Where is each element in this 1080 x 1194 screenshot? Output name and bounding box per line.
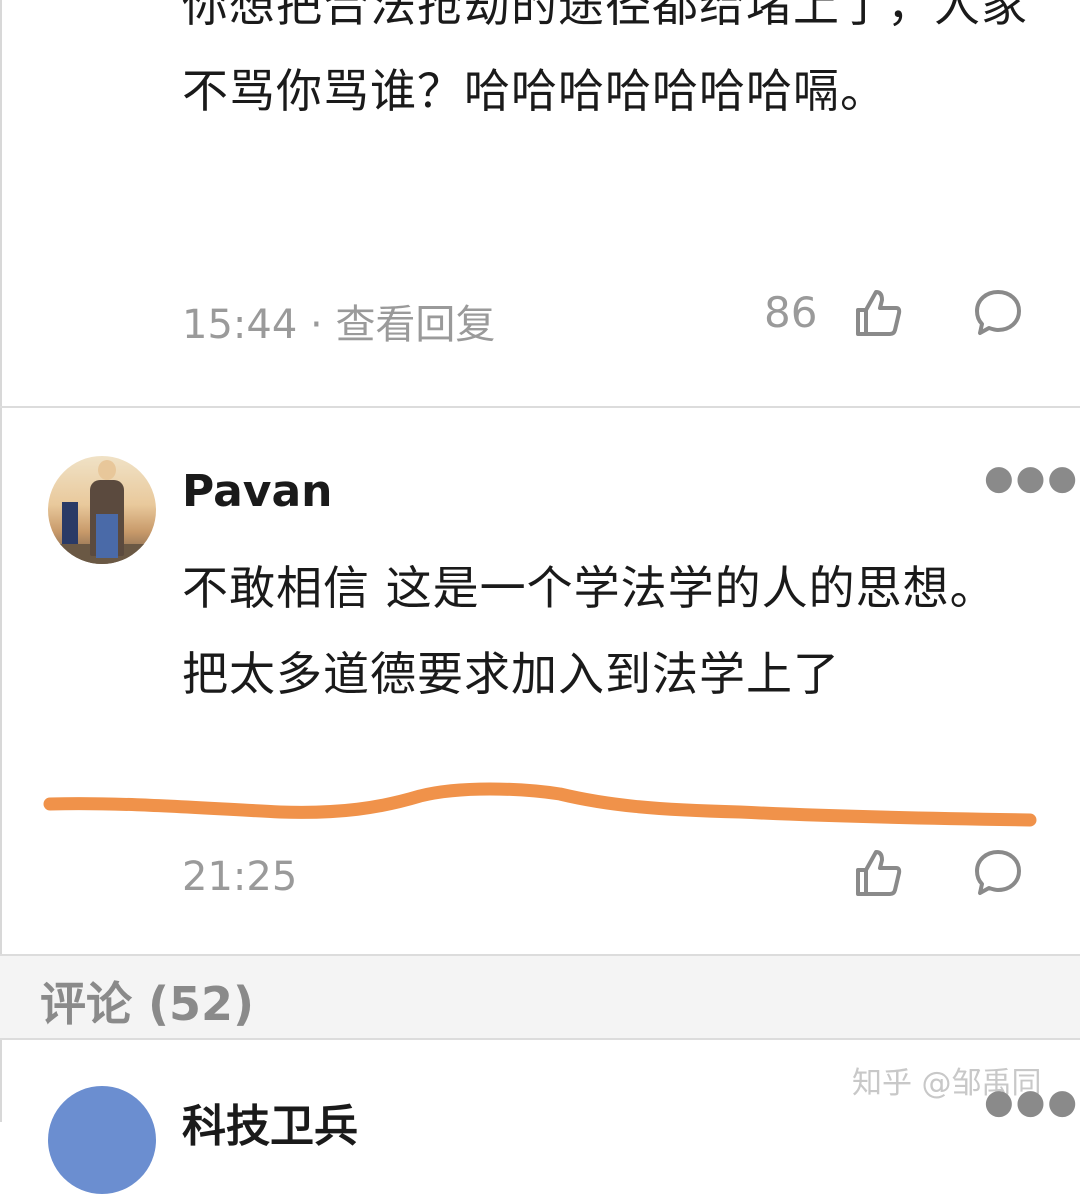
divider bbox=[0, 1038, 1080, 1040]
avatar[interactable] bbox=[48, 456, 156, 564]
speech-bubble-icon[interactable] bbox=[972, 288, 1024, 338]
avatar[interactable] bbox=[48, 1086, 156, 1194]
more-dots-icon[interactable]: ●●● bbox=[984, 458, 1079, 498]
comment-text: 不敢相信 这是一个学法学的人的思想。把太多道德要求加入到法学上了 bbox=[182, 561, 997, 701]
divider bbox=[0, 406, 1080, 408]
more-dots-icon[interactable]: ●●● bbox=[984, 1082, 1079, 1122]
view-replies-link[interactable]: 查看回复 bbox=[335, 302, 495, 348]
comments-count-heading: 评论 (52) bbox=[40, 977, 255, 1031]
speech-bubble-icon[interactable] bbox=[972, 848, 1024, 898]
comment-meta: 15:44 · 查看回复 bbox=[182, 302, 496, 348]
username[interactable]: 科技卫兵 bbox=[182, 1090, 358, 1154]
comment-time: 15:44 bbox=[182, 302, 298, 348]
comment-text: 你想把合法抢劫的途径都给堵上了，人家不骂你骂谁？哈哈哈哈哈哈哈嗝。 bbox=[182, 0, 1028, 118]
thumbs-up-icon[interactable] bbox=[852, 848, 904, 898]
comment-time: 21:25 bbox=[182, 854, 298, 900]
like-count: 86 bbox=[764, 288, 818, 337]
username[interactable]: Pavan bbox=[182, 466, 332, 517]
thumbs-up-icon[interactable] bbox=[852, 288, 904, 338]
hand-drawn-underline bbox=[43, 782, 1037, 827]
